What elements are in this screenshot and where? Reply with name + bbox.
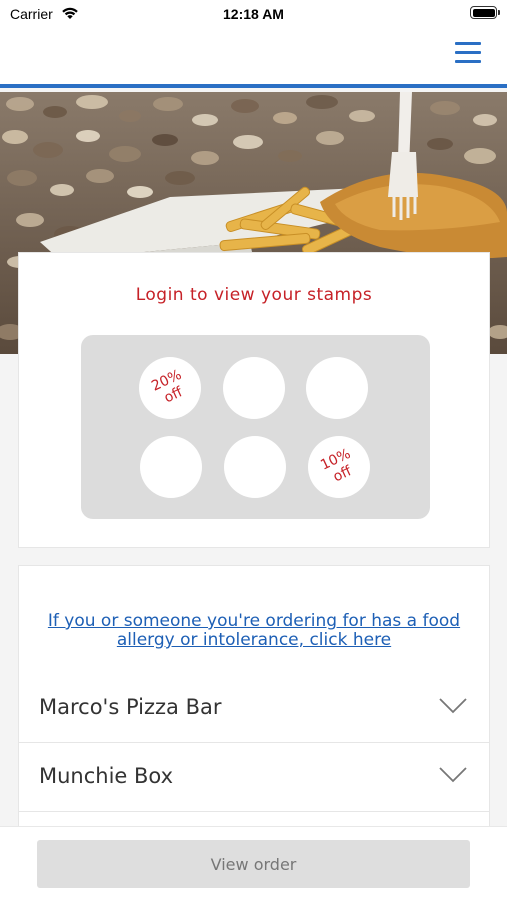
login-to-view-stamps-link[interactable]: Login to view your stamps [19, 285, 489, 305]
chevron-down-icon [439, 698, 467, 714]
stamp-reward-label: 20% off [129, 347, 211, 429]
hamburger-menu-icon[interactable] [455, 40, 483, 66]
stamp-slot-3 [306, 357, 368, 419]
restaurant-name: Munchie Box [39, 764, 174, 788]
stamp-reward-label: 10% off [298, 426, 380, 508]
stamp-grid: 20% off 10% off [81, 335, 430, 519]
restaurant-row-marcos-pizza-bar[interactable]: Marco's Pizza Bar [18, 674, 490, 743]
allergy-info-link[interactable]: If you or someone you're ordering for ha… [39, 612, 469, 650]
chevron-down-icon [439, 767, 467, 783]
clock-time: 12:18 AM [223, 6, 284, 22]
allergy-link-line1: If you or someone you're ordering for ha… [47, 611, 461, 631]
stamp-slot-2 [223, 357, 285, 419]
stamp-slot-6: 10% off [308, 436, 370, 498]
stamp-slot-5 [224, 436, 286, 498]
view-order-button[interactable]: View order [37, 840, 470, 888]
stamp-slot-1: 20% off [139, 357, 201, 419]
status-bar: Carrier 12:18 AM [0, 0, 507, 30]
battery-icon [470, 6, 500, 19]
allergy-card: If you or someone you're ordering for ha… [18, 565, 490, 675]
restaurant-name: Marco's Pizza Bar [39, 695, 222, 719]
restaurant-row-munchie-box[interactable]: Munchie Box [18, 743, 490, 812]
app-header [0, 30, 507, 88]
stamp-card: Login to view your stamps 20% off 10% off [18, 252, 490, 548]
stamp-slot-4 [140, 436, 202, 498]
bottom-bar: View order [0, 826, 507, 900]
allergy-link-line2: allergy or intolerance, click here [116, 630, 392, 650]
